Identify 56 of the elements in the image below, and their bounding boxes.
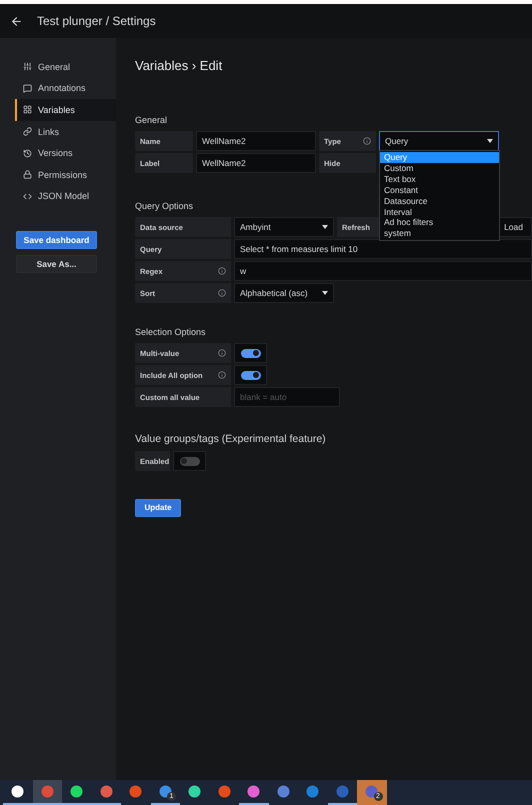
data-source-select[interactable]: Ambyint <box>234 217 334 237</box>
sort-select[interactable]: Alphabetical (asc) <box>234 283 334 303</box>
caret-icon <box>322 225 328 229</box>
name-input[interactable]: WellName2 <box>196 131 316 151</box>
sidebar-item[interactable]: General <box>15 56 116 78</box>
update-button[interactable]: Update <box>135 498 181 516</box>
dropdown-option[interactable]: Text box <box>380 174 499 185</box>
dropdown-option[interactable]: Custom <box>380 162 499 174</box>
toggle-switch[interactable] <box>234 343 267 363</box>
select-value: Query <box>385 136 408 146</box>
grid-icon <box>23 105 32 114</box>
lock-icon <box>23 170 32 180</box>
dropdown-option[interactable]: Datasource <box>380 196 499 207</box>
caret-icon <box>322 291 328 295</box>
toggle-switch[interactable] <box>173 451 206 471</box>
sidebar-item[interactable]: Variables <box>15 99 116 121</box>
info-icon <box>218 349 226 357</box>
history-icon <box>23 148 32 158</box>
sidebar-item-label: Variables <box>38 104 75 115</box>
info-icon <box>218 267 226 275</box>
section-heading: General <box>135 115 168 125</box>
sidebar-item-label: General <box>38 62 70 72</box>
sidebar-item-label: Annotations <box>38 83 86 94</box>
save-dashboard-button[interactable]: Save dashboard <box>16 231 97 250</box>
page-header-title: Test plunger / Settings <box>37 14 156 28</box>
page-title: Variables › Edit <box>135 58 224 73</box>
sidebar-item[interactable]: Permissions <box>15 164 116 186</box>
dropdown-option[interactable]: Interval <box>380 206 499 218</box>
section-heading: Query Options <box>135 201 194 211</box>
section-heading: Value groups/tags (Experimental feature) <box>135 433 326 445</box>
sidebar-item[interactable]: Links <box>15 120 116 142</box>
sidebar-item[interactable]: JSON Model <box>15 186 116 208</box>
link-icon <box>23 127 32 136</box>
comment-icon <box>23 84 32 93</box>
query-input[interactable]: Select * from measures limit 10 <box>234 239 532 259</box>
toggle-switch[interactable] <box>234 365 267 385</box>
sidebar-item-label: Versions <box>38 148 73 158</box>
info-icon <box>218 289 226 297</box>
sidebar-item-label: Links <box>38 126 60 137</box>
select-value: Alphabetical (asc) <box>240 288 308 298</box>
caret-icon <box>487 139 493 143</box>
regex-input[interactable]: w <box>234 261 532 281</box>
sidebar-item[interactable]: Annotations <box>15 78 116 100</box>
sidebar-item-label: JSON Model <box>38 191 90 202</box>
select-value: Ambyint <box>240 222 271 232</box>
info-icon <box>218 371 226 379</box>
sidebar-item-label: Permissions <box>38 170 88 180</box>
sliders-icon <box>23 62 32 72</box>
back-arrow-icon[interactable] <box>10 14 23 28</box>
save-as-button[interactable]: Save As... <box>16 255 97 274</box>
label-input[interactable]: WellName2 <box>196 153 316 173</box>
info-icon <box>363 137 371 145</box>
section-heading: Selection Options <box>135 327 206 337</box>
sidebar-item[interactable]: Versions <box>15 142 116 164</box>
dropdown-option[interactable]: Constant <box>380 184 499 196</box>
code-icon <box>23 192 32 201</box>
